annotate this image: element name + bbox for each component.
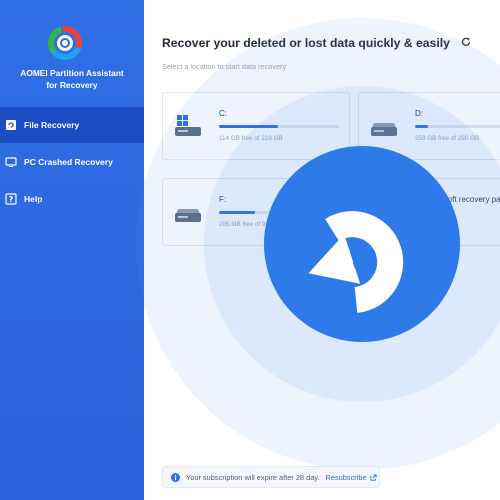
help-icon: ? [4, 192, 18, 206]
app-title-line2: for Recovery [46, 80, 98, 90]
drive-label: C: [219, 109, 227, 118]
refresh-icon[interactable] [460, 36, 472, 48]
monitor-icon [4, 155, 18, 169]
app-logo-icon [48, 26, 82, 60]
drive-icon [371, 123, 397, 136]
drive-card-d[interactable]: D: 259 GB free of 290 GB [358, 92, 500, 160]
drive-label: D: [415, 109, 423, 118]
sidebar-item-file-recovery[interactable]: File Recovery [0, 107, 144, 143]
info-icon [171, 472, 180, 482]
sidebar-item-pc-crashed-recovery[interactable]: PC Crashed Recovery [0, 144, 144, 180]
sidebar-item-label: Help [24, 194, 43, 204]
subscription-notice: Your subscription will expire after 28 d… [162, 466, 380, 488]
sidebar-nav: File Recovery PC Crashed Recovery ? Help [0, 107, 144, 218]
sidebar-item-label: PC Crashed Recovery [24, 157, 113, 167]
drive-usage-bar [219, 211, 339, 214]
drive-free-space: 205 MB free of 9... [219, 221, 271, 228]
drive-free-space: 259 GB free of 290 GB [415, 135, 480, 142]
drive-usage-fill [219, 125, 278, 128]
app-title-line1: AOMEI Partition Assistant [20, 68, 124, 78]
sidebar-item-label: File Recovery [24, 120, 80, 130]
sidebar: AOMEI Partition Assistant for Recovery F… [0, 0, 144, 500]
page-title: Recover your deleted or lost data quickl… [162, 36, 450, 50]
drive-usage-fill [219, 211, 255, 214]
drive-card-c[interactable]: C: 114 GB free of 223 GB [162, 92, 350, 160]
svg-text:?: ? [9, 195, 14, 204]
resubscribe-link[interactable]: Resubscribe [326, 473, 377, 482]
drive-usage-bar [219, 125, 339, 128]
drive-card-f[interactable]: F: 205 MB free of 9... [162, 178, 350, 246]
app-title: AOMEI Partition Assistant for Recovery [0, 67, 144, 91]
drive-icon [175, 209, 201, 222]
external-link-icon [370, 473, 377, 481]
drive-usage-fill [415, 125, 429, 128]
file-recovery-icon [4, 118, 18, 132]
page-subtitle: Select a location to start data recovery [162, 62, 287, 71]
drive-free-space: 114 GB free of 223 GB [219, 135, 283, 142]
drive-card-recovery[interactable]: ...soft recovery pa... [358, 178, 500, 246]
windows-drive-icon [175, 115, 201, 136]
main-panel: Recover your deleted or lost data quickl… [144, 0, 500, 500]
resubscribe-label: Resubscribe [325, 472, 367, 482]
drive-label: ...soft recovery pa... [437, 195, 500, 204]
sidebar-item-help[interactable]: ? Help [0, 181, 144, 217]
subscription-text: Your subscription will expire after 28 d… [186, 472, 320, 482]
drive-usage-bar [415, 125, 500, 128]
drive-label: F: [219, 195, 227, 204]
